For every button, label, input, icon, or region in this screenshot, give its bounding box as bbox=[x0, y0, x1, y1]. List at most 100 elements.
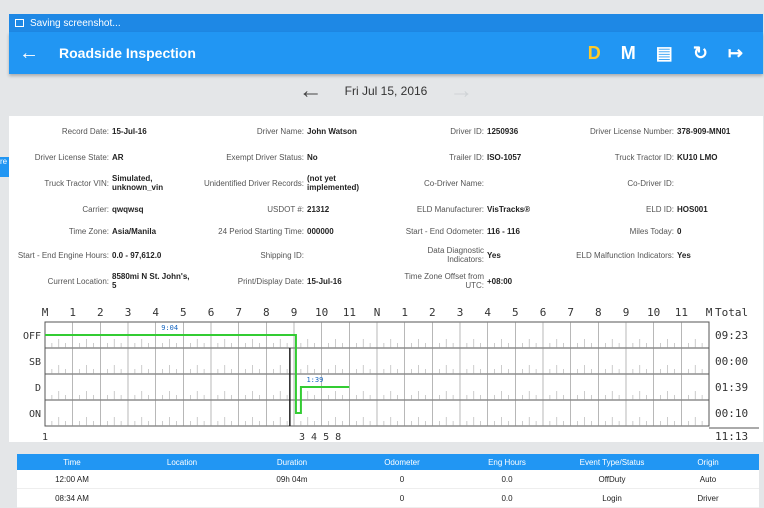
duty-total: 01:39 bbox=[715, 381, 748, 394]
hour-label: 3 bbox=[125, 306, 132, 319]
info-label: Time Zone: bbox=[68, 226, 109, 236]
duty-row-label: ON bbox=[29, 409, 41, 420]
info-label: Driver License Number: bbox=[589, 126, 674, 136]
info-value: 8580mi N St. John's, 5 bbox=[112, 272, 190, 290]
hour-label: 7 bbox=[235, 306, 242, 319]
duty-row-label: SB bbox=[29, 357, 41, 368]
screenshot-icon bbox=[15, 19, 24, 27]
hour-label: 8 bbox=[263, 306, 270, 319]
side-tab[interactable]: re bbox=[0, 157, 9, 177]
info-label: 24 Period Starting Time: bbox=[218, 226, 304, 236]
info-field: Print/Display Date: 15-Jul-16 bbox=[199, 270, 342, 292]
back-arrow-icon[interactable]: ← bbox=[9, 42, 49, 65]
hour-label: M bbox=[42, 306, 49, 319]
column-header[interactable]: Time bbox=[17, 458, 127, 467]
info-label: USDOT #: bbox=[267, 204, 304, 214]
info-label: Exempt Driver Status: bbox=[226, 152, 304, 162]
hour-label: 6 bbox=[208, 306, 215, 319]
hour-label: 2 bbox=[97, 306, 104, 319]
column-header[interactable]: Event Type/Status bbox=[557, 458, 667, 467]
info-field: Shipping ID: bbox=[199, 244, 307, 266]
current-date: Fri Jul 15, 2016 bbox=[344, 84, 428, 98]
info-row: Time Zone: Asia/Manila 24 Period Starting … bbox=[9, 220, 763, 242]
info-value: Asia/Manila bbox=[112, 226, 157, 236]
table-row[interactable]: 08:34 AM 0 0.0 Login Driver bbox=[17, 489, 759, 508]
info-value: AR bbox=[112, 152, 124, 162]
info-field: Truck Tractor ID: KU10 LMO bbox=[574, 146, 718, 168]
bottom-left-label: 1 bbox=[42, 432, 48, 442]
info-field: USDOT #: 21312 bbox=[199, 198, 329, 220]
segment-duration-label: 1:39 bbox=[306, 376, 323, 384]
previous-day-arrow-icon[interactable]: ← bbox=[299, 77, 323, 105]
info-field: Driver License Number: 378-909-MN01 bbox=[574, 120, 730, 142]
duty-row-label: OFF bbox=[23, 331, 41, 342]
next-day-arrow-icon[interactable]: → bbox=[449, 77, 473, 105]
table-cell: 09h 04m bbox=[276, 474, 308, 484]
info-label: Truck Tractor VIN: bbox=[44, 178, 109, 188]
total-header: Total bbox=[715, 306, 748, 319]
date-navigation: ← Fri Jul 15, 2016 → bbox=[9, 74, 763, 108]
info-label: Unidentified Driver Records: bbox=[203, 178, 304, 188]
m-button[interactable]: M bbox=[621, 43, 636, 64]
info-value: +08:00 bbox=[487, 276, 513, 286]
hour-label: M bbox=[706, 306, 713, 319]
send-icon[interactable]: ▤ bbox=[656, 43, 673, 64]
info-field: Co-Driver Name: bbox=[389, 172, 487, 194]
info-value: John Watson bbox=[307, 126, 357, 136]
refresh-icon[interactable]: ↻ bbox=[693, 43, 708, 64]
info-value: HOS001 bbox=[677, 204, 708, 214]
info-value: Yes bbox=[487, 250, 501, 260]
info-label: Print/Display Date: bbox=[237, 276, 304, 286]
info-row: Current Location: 8580mi N St. John's, 5P… bbox=[9, 270, 763, 292]
info-label: Current Location: bbox=[47, 276, 109, 286]
info-field bbox=[574, 270, 677, 292]
info-value: 000000 bbox=[307, 226, 334, 236]
hour-label: 4 bbox=[152, 306, 159, 319]
hour-label: 9 bbox=[623, 306, 630, 319]
table-row[interactable]: 12:00 AM 09h 04m 0 0.0 OffDuty Auto bbox=[17, 470, 759, 489]
table-cell: Auto bbox=[699, 474, 717, 484]
info-value: Yes bbox=[677, 250, 691, 260]
info-field: ELD Manufacturer: VisTracks® bbox=[389, 198, 530, 220]
info-field: 24 Period Starting Time: 000000 bbox=[199, 220, 334, 242]
info-field: Current Location: 8580mi N St. John's, 5 bbox=[9, 270, 194, 292]
table-cell: 0 bbox=[399, 493, 405, 503]
info-value: 116 - 116 bbox=[487, 226, 520, 236]
d-button[interactable]: D bbox=[588, 43, 601, 64]
table-cell: 0 bbox=[399, 474, 405, 484]
info-label: Co-Driver ID: bbox=[627, 178, 674, 188]
info-label: ELD Manufacturer: bbox=[416, 204, 484, 214]
info-row: Record Date: 15-Jul-16 Driver Name: John Wa… bbox=[9, 120, 763, 142]
column-header[interactable]: Origin bbox=[667, 458, 749, 467]
info-label: Miles Today: bbox=[629, 226, 674, 236]
info-value: ISO-1057 bbox=[487, 152, 522, 162]
table-cell: Driver bbox=[697, 493, 719, 503]
column-header[interactable]: Eng Hours bbox=[457, 458, 557, 467]
info-field: ELD Malfunction Indicators: Yes bbox=[574, 244, 691, 266]
info-value: Simulated, unknown_vin bbox=[112, 174, 164, 192]
table-cell: 12:00 AM bbox=[55, 474, 89, 484]
exit-icon[interactable]: ↦ bbox=[728, 43, 743, 64]
column-header[interactable]: Location bbox=[127, 458, 237, 467]
table-cell: 0.0 bbox=[501, 493, 513, 503]
info-label: Time Zone Offset from UTC: bbox=[404, 272, 484, 290]
info-label: Driver ID: bbox=[450, 126, 484, 136]
hour-label: 5 bbox=[180, 306, 187, 319]
info-value: KU10 LMO bbox=[677, 152, 718, 162]
info-value: No bbox=[307, 152, 318, 162]
hour-label: 10 bbox=[315, 306, 328, 319]
hour-label: 11 bbox=[343, 306, 356, 319]
column-header[interactable]: Odometer bbox=[347, 458, 457, 467]
hour-label: 3 bbox=[457, 306, 464, 319]
duty-row-label: D bbox=[35, 383, 41, 394]
info-field: Carrier: qwqwsq bbox=[9, 198, 143, 220]
hour-label: N bbox=[374, 306, 381, 319]
hour-label: 8 bbox=[595, 306, 602, 319]
info-field: Start - End Odometer: 116 - 116 bbox=[389, 220, 520, 242]
info-field: Driver ID: 1250936 bbox=[389, 120, 518, 142]
info-label: Shipping ID: bbox=[260, 250, 304, 260]
hour-label: 1 bbox=[401, 306, 408, 319]
column-header[interactable]: Duration bbox=[237, 458, 347, 467]
page-title: Roadside Inspection bbox=[59, 45, 196, 61]
duty-total: 09:23 bbox=[715, 329, 748, 342]
